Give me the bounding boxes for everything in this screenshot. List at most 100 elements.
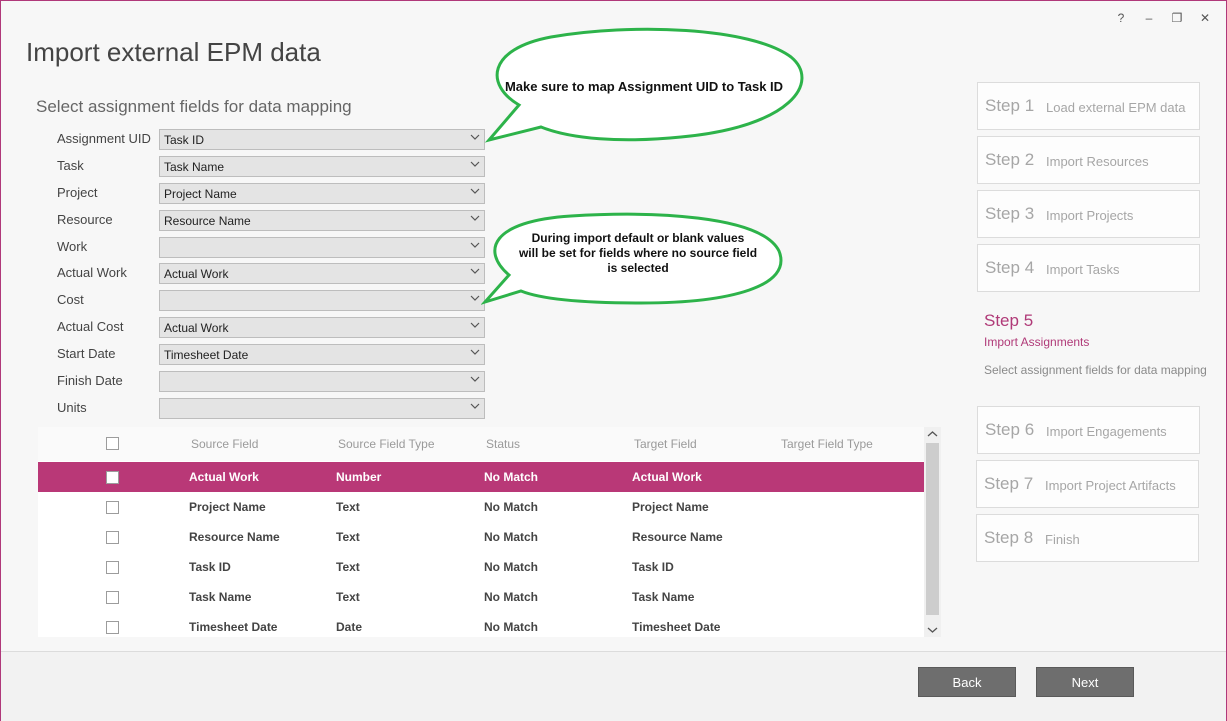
step-label: Import Tasks [1046,262,1120,277]
row-checkbox[interactable] [106,621,119,634]
close-icon[interactable]: ✕ [1198,11,1212,25]
cell-source-field-type: Text [336,500,360,514]
minimize-icon[interactable]: – [1142,11,1156,25]
step-number: Step 3 [985,204,1035,223]
next-button[interactable]: Next [1036,667,1134,697]
step-number: Step 2 [985,150,1035,169]
field-row-project: Project Project Name [57,183,487,205]
select-value: Resource Name [164,214,251,228]
cell-status: No Match [484,470,538,484]
chevron-down-icon [470,161,480,167]
cell-status: No Match [484,590,538,604]
table-row[interactable]: Project Name Text No Match Project Name [38,492,924,522]
select-all-checkbox[interactable] [106,437,119,450]
cell-target-field: Resource Name [632,530,723,544]
table-row[interactable]: Task Name Text No Match Task Name [38,582,924,612]
scrollbar-thumb[interactable] [926,443,939,615]
cell-source-field-type: Text [336,530,360,544]
row-checkbox[interactable] [106,591,119,604]
assignment-uid-select[interactable]: Task ID [159,129,485,150]
callout-bottom-line: will be set for fields where no source f… [518,246,758,260]
row-checkbox[interactable] [106,501,119,514]
field-row-work: Work [57,237,487,259]
grid-scrollbar[interactable] [924,427,941,637]
header-target-field[interactable]: Target Field [634,437,697,451]
chevron-down-icon [470,295,480,301]
work-select[interactable] [159,237,485,258]
field-label: Units [57,400,87,415]
active-step-label: Import Assignments [984,335,1090,349]
cell-source-field: Actual Work [189,470,259,484]
header-source-field[interactable]: Source Field [191,437,258,451]
select-value: Timesheet Date [164,348,249,362]
step-number: Step 1 [985,96,1035,115]
cell-target-field: Project Name [632,500,709,514]
start-date-select[interactable]: Timesheet Date [159,344,485,365]
actual-work-select[interactable]: Actual Work [159,263,485,284]
actual-cost-select[interactable]: Actual Work [159,317,485,338]
callout-top-text: Make sure to map Assignment UID to Task … [504,79,784,94]
row-checkbox[interactable] [106,531,119,544]
field-label: Project [57,185,98,200]
active-step-5: Step 5 Import Assignments Select assignm… [984,311,1219,377]
header-source-field-type[interactable]: Source Field Type [338,437,435,451]
cell-source-field: Timesheet Date [189,620,278,634]
step-label: Finish [1045,532,1080,547]
cell-source-field-type: Date [336,620,363,634]
field-label: Task [57,158,84,173]
field-row-task: Task Task Name [57,156,487,178]
step-1[interactable]: Step 1 Load external EPM data [977,82,1200,130]
step-8[interactable]: Step 8 Finish [976,514,1199,562]
row-checkbox[interactable] [106,561,119,574]
table-row[interactable]: Actual Work Number No Match Actual Work [38,462,924,492]
help-icon[interactable]: ? [1114,11,1128,25]
restore-icon[interactable]: ❐ [1170,11,1184,25]
chevron-down-icon [470,242,480,248]
cost-select[interactable] [159,290,485,311]
step-7[interactable]: Step 7 Import Project Artifacts [976,460,1199,508]
step-number: Step 6 [985,420,1035,439]
select-value: Actual Work [164,267,229,281]
cell-status: No Match [484,500,538,514]
field-label: Resource [57,212,113,227]
header-status[interactable]: Status [486,437,520,451]
chevron-down-icon [470,403,480,409]
scroll-up-icon[interactable] [927,430,938,438]
back-button[interactable]: Back [918,667,1016,697]
header-target-field-type[interactable]: Target Field Type [781,437,873,451]
task-select[interactable]: Task Name [159,156,485,177]
step-2[interactable]: Step 2 Import Resources [977,136,1200,184]
units-select[interactable] [159,398,485,419]
table-row[interactable]: Timesheet Date Date No Match Timesheet D… [38,612,924,642]
table-row[interactable]: Task ID Text No Match Task ID [38,552,924,582]
field-label: Finish Date [57,373,123,388]
step-number: Step 8 [984,528,1034,547]
mapping-grid: Source Field Source Field Type Status Ta… [38,427,941,637]
field-row-resource: Resource Resource Name [57,210,487,232]
scroll-down-icon[interactable] [927,626,938,634]
table-row[interactable]: Resource Name Text No Match Resource Nam… [38,522,924,552]
select-value: Task Name [164,160,225,174]
step-4[interactable]: Step 4 Import Tasks [977,244,1200,292]
callout-bottom-line: During import default or blank values [531,231,745,245]
project-select[interactable]: Project Name [159,183,485,204]
step-label: Import Resources [1046,154,1149,169]
chevron-down-icon [470,134,480,140]
page-subtitle: Select assignment fields for data mappin… [36,97,352,116]
field-label: Actual Work [57,265,127,280]
chevron-down-icon [470,268,480,274]
main-panel: ? – ❐ ✕ Import external EPM data Select … [1,1,1226,651]
import-wizard-window: ? – ❐ ✕ Import external EPM data Select … [0,0,1227,721]
step-label: Load external EPM data [1046,100,1186,115]
field-row-actual-cost: Actual Cost Actual Work [57,317,487,339]
callout-bottom-text: During import default or blank values wi… [493,231,783,276]
step-3[interactable]: Step 3 Import Projects [977,190,1200,238]
field-row-units: Units [57,398,487,420]
cell-source-field-type: Text [336,560,360,574]
step-number: Step 4 [985,258,1035,277]
row-checkbox[interactable] [106,471,119,484]
step-6[interactable]: Step 6 Import Engagements [977,406,1200,454]
finish-date-select[interactable] [159,371,485,392]
cell-source-field: Task ID [189,560,231,574]
resource-select[interactable]: Resource Name [159,210,485,231]
